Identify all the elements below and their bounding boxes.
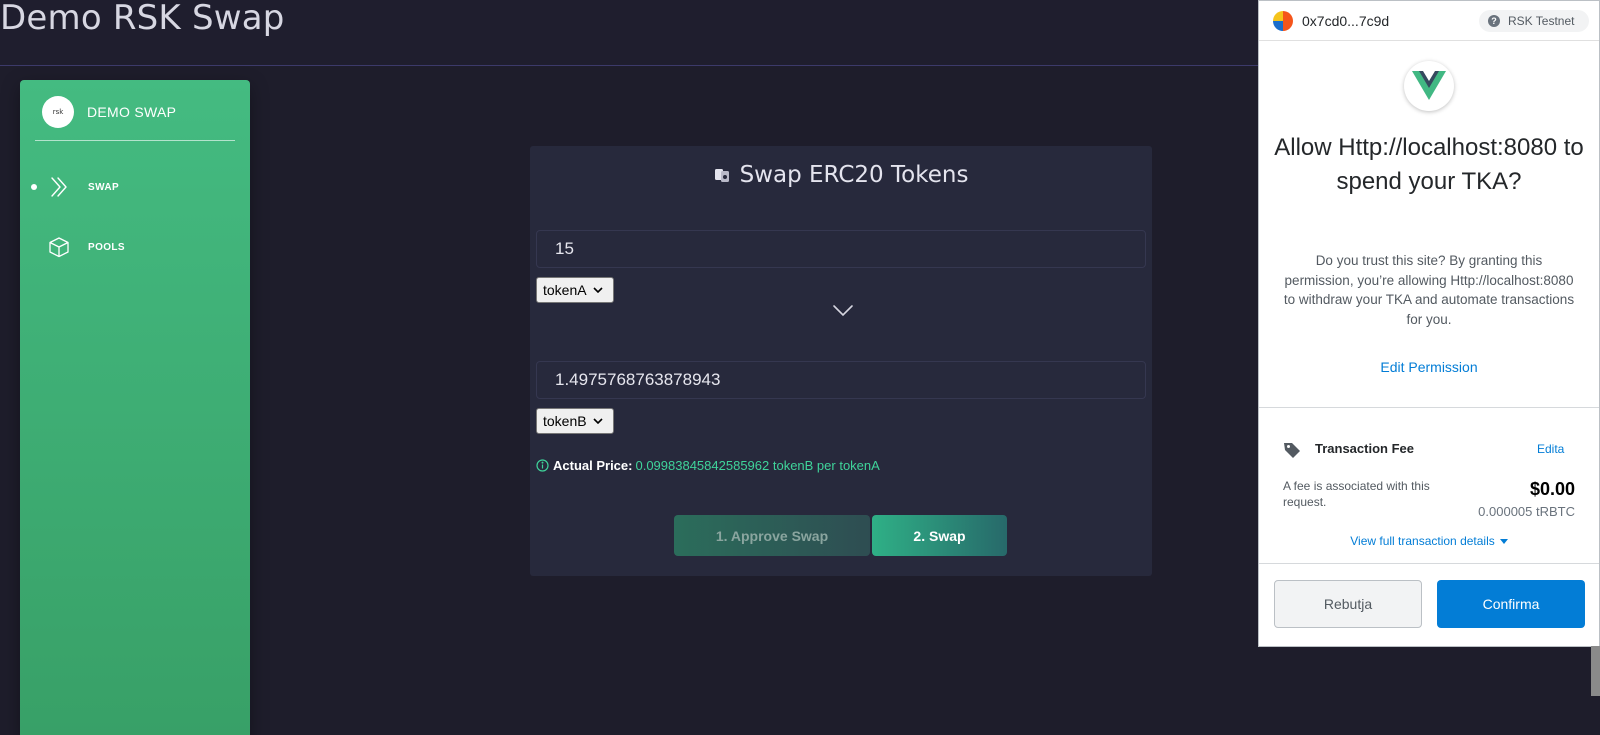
swap-direction-chevron-icon [833, 305, 853, 317]
sidebar-item-pools[interactable]: POOLS [20, 232, 250, 262]
fee-edit-link[interactable]: Edita [1537, 442, 1564, 456]
rsk-logo-icon: rsk [42, 96, 74, 128]
fee-native: 0.000005 tRBTC [1478, 504, 1575, 519]
caret-down-icon [1499, 539, 1508, 544]
swap-button[interactable]: 2. Swap [872, 515, 1007, 556]
token-b-value: tokenB [543, 413, 587, 429]
sidebar-item-swap[interactable]: SWAP [20, 172, 250, 202]
approve-swap-button[interactable]: 1. Approve Swap [674, 515, 870, 556]
price-label: Actual Price: [553, 458, 633, 473]
swap-card-title: Swap ERC20 Tokens [530, 162, 1152, 188]
metamask-popup: 0x7cd0...7c9d ? RSK Testnet Allow Http:/… [1258, 0, 1600, 647]
account-avatar [1273, 11, 1293, 31]
swap-card: Swap ERC20 Tokens tokenA tokenB Actual P… [530, 146, 1152, 576]
network-name: RSK Testnet [1508, 14, 1575, 28]
page-title: Demo RSK Swap [0, 0, 285, 38]
permission-heading: Allow Http://localhost:8080 to spend you… [1274, 134, 1584, 195]
sidebar-item-label: POOLS [88, 241, 126, 253]
cube-icon [48, 236, 70, 258]
chevron-down-icon [593, 287, 603, 293]
sidebar-divider [35, 140, 235, 141]
fee-usd: $0.00 [1529, 479, 1575, 499]
edit-permission-link[interactable]: Edit Permission [1259, 359, 1599, 375]
view-details-link[interactable]: View full transaction details [1259, 534, 1599, 548]
price-value: 0.09983845842585962 tokenB per tokenA [635, 458, 880, 473]
token-a-value: tokenA [543, 282, 587, 298]
fee-title: Transaction Fee [1315, 441, 1414, 456]
reject-button[interactable]: Rebutja [1274, 580, 1422, 628]
scrollbar-thumb[interactable] [1591, 646, 1600, 696]
divider [1259, 407, 1599, 408]
confirm-button[interactable]: Confirma [1437, 580, 1585, 628]
price-row: Actual Price: 0.09983845842585962 tokenB… [536, 458, 880, 473]
amount-a-input[interactable] [536, 230, 1146, 268]
token-b-select[interactable]: tokenB [536, 408, 614, 434]
active-indicator-dot [31, 184, 37, 190]
permission-description: Do you trust this site? By granting this… [1283, 253, 1575, 327]
metamask-header: 0x7cd0...7c9d ? RSK Testnet [1259, 1, 1599, 41]
sidebar-item-label: SWAP [88, 181, 120, 193]
brand-name: DEMO SWAP [87, 104, 177, 120]
view-details-label: View full transaction details [1350, 534, 1495, 548]
brand[interactable]: rsk DEMO SWAP [42, 96, 176, 128]
tag-icon [1284, 443, 1300, 458]
account-address[interactable]: 0x7cd0...7c9d [1302, 13, 1389, 29]
token-a-select[interactable]: tokenA [536, 277, 614, 303]
tokens-icon [714, 169, 729, 182]
info-icon [536, 459, 549, 472]
amount-b-input[interactable] [536, 361, 1146, 399]
divider [1259, 563, 1599, 564]
question-icon: ? [1488, 15, 1500, 27]
network-badge[interactable]: ? RSK Testnet [1479, 10, 1589, 32]
chevron-down-icon [593, 418, 603, 424]
swap-title-text: Swap ERC20 Tokens [739, 162, 969, 188]
vue-logo-icon [1412, 71, 1446, 100]
sidebar: rsk DEMO SWAP SWAP POOLS [20, 80, 250, 735]
double-chevron-right-icon [48, 176, 70, 198]
fee-note: A fee is associated with this request. [1283, 479, 1430, 509]
site-logo [1404, 61, 1454, 111]
